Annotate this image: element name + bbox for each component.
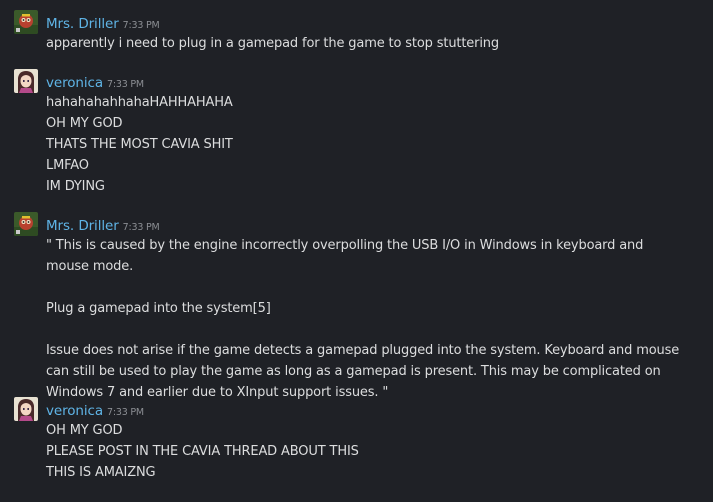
user-avatar[interactable]: [14, 69, 38, 93]
message-timestamp: 7:33 PM: [107, 79, 144, 90]
message-timestamp: 7:33 PM: [122, 20, 160, 31]
message-line: mouse mode.: [46, 259, 134, 274]
message-body: hahahahahhahaHAHHAHAHA OH MY GOD THATS T…: [46, 92, 706, 197]
mrs-driller-avatar-icon: [14, 10, 38, 34]
message-line: [46, 277, 706, 298]
mrs-driller-avatar-icon: [14, 212, 38, 236]
message-header: Mrs. Driller 7:33 PM: [46, 215, 160, 234]
message-timestamp: 7:33 PM: [107, 407, 144, 418]
message-header: veronica 7:33 PM: [46, 400, 144, 419]
message-line: Plug a gamepad into the system[5]: [46, 301, 271, 316]
author-name[interactable]: veronica: [46, 403, 103, 419]
message-line: apparently i need to plug in a gamepad f…: [46, 36, 499, 51]
message-line: can still be used to play the game as lo…: [46, 364, 661, 379]
message-line: PLEASE POST IN THE CAVIA THREAD ABOUT TH…: [46, 444, 359, 459]
message-line: LMFAO: [46, 158, 89, 173]
author-name[interactable]: Mrs. Driller: [46, 16, 119, 32]
message-line: IM DYING: [46, 179, 105, 194]
message-body: OH MY GOD PLEASE POST IN THE CAVIA THREA…: [46, 420, 706, 483]
message-header: Mrs. Driller 7:33 PM: [46, 13, 160, 32]
message-line: THATS THE MOST CAVIA SHIT: [46, 137, 233, 152]
message-line: OH MY GOD: [46, 116, 123, 131]
veronica-avatar-icon: [14, 69, 38, 93]
message-line: THIS IS AMAIZNG: [46, 465, 156, 480]
user-avatar[interactable]: [14, 212, 38, 236]
author-name[interactable]: Mrs. Driller: [46, 218, 119, 234]
message-header: veronica 7:33 PM: [46, 72, 144, 91]
user-avatar[interactable]: [14, 10, 38, 34]
message-line: OH MY GOD: [46, 423, 123, 438]
message-line: [46, 319, 706, 340]
author-name[interactable]: veronica: [46, 75, 103, 91]
user-avatar[interactable]: [14, 397, 38, 421]
message-line: Issue does not arise if the game detects…: [46, 343, 680, 358]
message-line: Windows 7 and earlier due to XInput supp…: [46, 385, 389, 400]
message-body: " This is caused by the engine incorrect…: [46, 235, 706, 403]
message-body: apparently i need to plug in a gamepad f…: [46, 33, 706, 54]
message-line: hahahahahhahaHAHHAHAHA: [46, 95, 233, 110]
veronica-avatar-icon: [14, 397, 38, 421]
message-line: " This is caused by the engine incorrect…: [46, 238, 644, 253]
message-timestamp: 7:33 PM: [122, 222, 160, 233]
